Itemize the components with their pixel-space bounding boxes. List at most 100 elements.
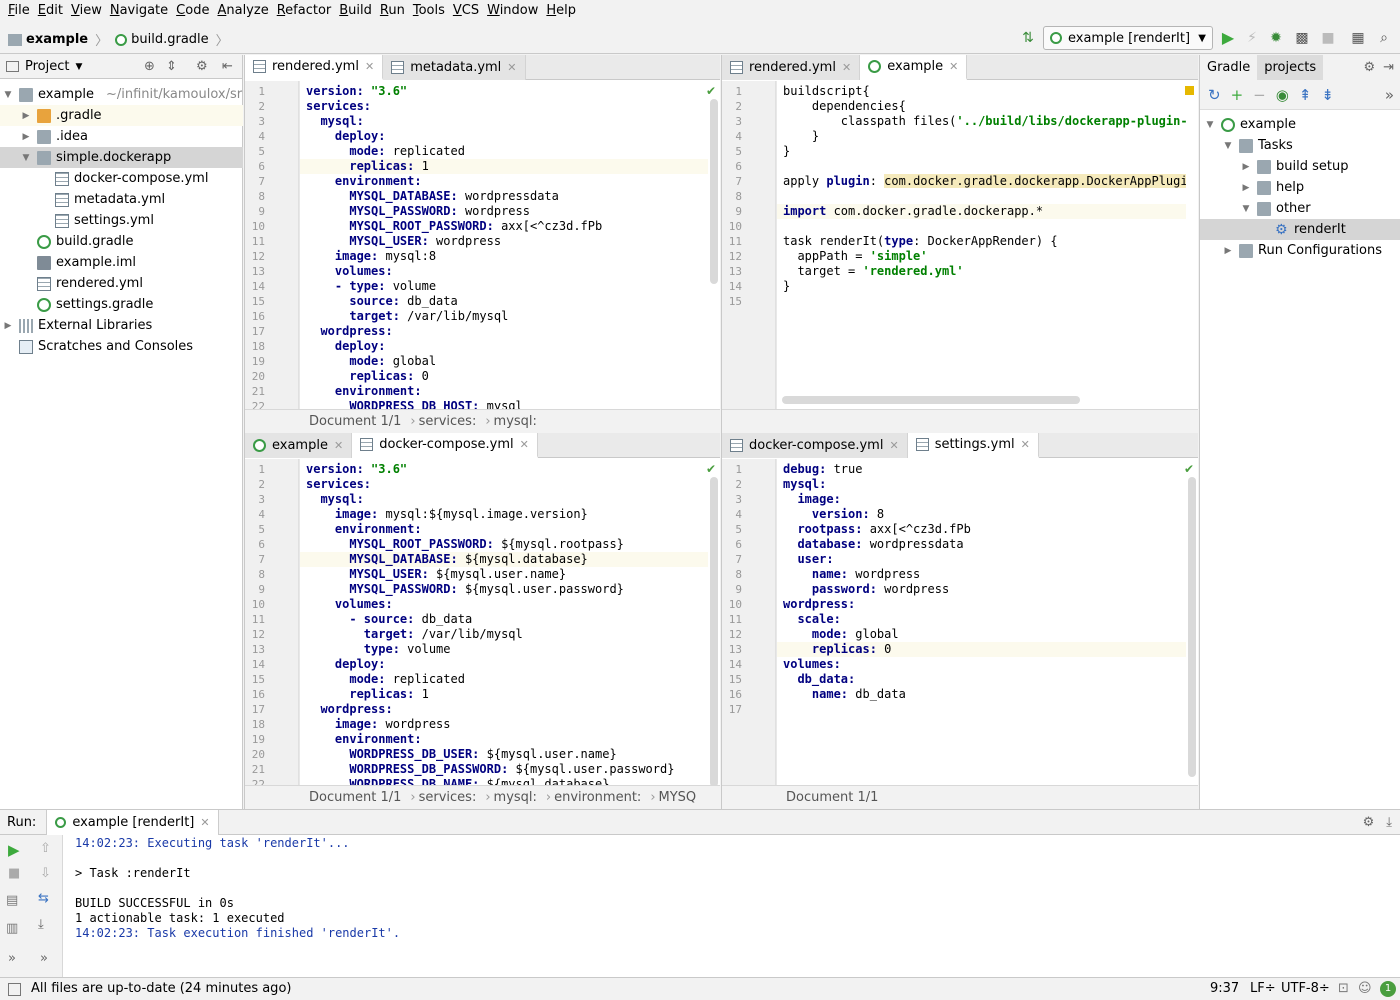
inspector-icon[interactable]: ☺ <box>1358 981 1372 996</box>
breadcrumb-file[interactable]: build.gradle <box>131 32 209 47</box>
close-icon[interactable]: ✕ <box>1021 438 1030 451</box>
lock-icon[interactable]: ⊡ <box>1338 981 1349 996</box>
project-tree-item[interactable]: settings.yml <box>0 210 243 231</box>
gradle-tree-item[interactable]: ▼ Tasks <box>1200 135 1400 156</box>
more-icon[interactable]: » <box>40 951 48 966</box>
stop-icon[interactable]: ■ <box>1320 30 1336 46</box>
project-tree-item[interactable]: example.iml <box>0 252 243 273</box>
soft-wrap-icon[interactable]: ⇆ <box>38 891 49 906</box>
expand-arrow-icon[interactable]: ▼ <box>2 90 14 100</box>
collapse-arrow-icon[interactable]: ▶ <box>1240 183 1252 193</box>
debug-icon[interactable]: ✹ <box>1268 30 1284 46</box>
expand-arrow-icon[interactable]: ▼ <box>1222 141 1234 151</box>
editor-rendered-yml[interactable]: rendered.yml ✕ metadata.yml ✕ 1 2 3 4 5 6 7 8 9 10 11 1… <box>244 55 720 433</box>
gradle-tree-item[interactable]: ▶ help <box>1200 177 1400 198</box>
tab-settings-yml[interactable]: settings.yml ✕ <box>907 433 1039 458</box>
gear-icon[interactable]: ⚙ <box>1363 60 1375 75</box>
menu-file[interactable]: File <box>4 0 34 22</box>
locate-icon[interactable]: ⊕ <box>144 59 155 74</box>
expand-all-icon[interactable]: ⇞ <box>1299 86 1312 104</box>
more-icon[interactable]: » <box>1385 86 1394 104</box>
code-area[interactable]: buildscript{ dependencies{ classpath fil… <box>777 81 1186 409</box>
expand-arrow-icon[interactable]: ▼ <box>1204 120 1216 130</box>
gradle-tree-item[interactable]: ▼ other <box>1200 198 1400 219</box>
project-tree-item[interactable]: docker-compose.yml <box>0 168 243 189</box>
project-tree-item[interactable]: metadata.yml <box>0 189 243 210</box>
editor-build-gradle[interactable]: rendered.yml ✕ example ✕ 1 2 3 4 5 6 7 8 9 10 11 12 13 14… <box>721 55 1198 433</box>
breadcrumb-item[interactable]: environment: <box>554 790 641 805</box>
menu-window[interactable]: Window <box>483 0 542 22</box>
close-icon[interactable]: ✕ <box>949 60 958 73</box>
warning-marker-icon[interactable] <box>1185 86 1194 95</box>
vcs-update-icon[interactable]: ⇅ <box>1020 30 1036 46</box>
tab-docker-compose-yml[interactable]: docker-compose.yml ✕ <box>722 433 908 458</box>
gear-icon[interactable]: ⚙ <box>1363 815 1375 830</box>
layout-icon[interactable]: ▥ <box>6 921 18 936</box>
collapse-icon[interactable]: ⇕ <box>166 59 177 74</box>
breadcrumb-item[interactable]: services: <box>419 414 477 429</box>
close-icon[interactable]: ✕ <box>520 438 529 451</box>
gradle-tree-item[interactable]: ▼ example <box>1200 114 1400 135</box>
close-icon[interactable]: ✕ <box>365 60 374 73</box>
menu-navigate[interactable]: Navigate <box>106 0 172 22</box>
close-icon[interactable]: ✕ <box>842 61 851 74</box>
breadcrumb-item[interactable]: Document 1/1 <box>309 414 401 429</box>
project-tree-item[interactable]: ▼ example ~/infinit/kamoulox/sr <box>0 84 243 105</box>
tab-metadata-yml[interactable]: metadata.yml ✕ <box>383 55 526 80</box>
collapse-arrow-icon[interactable]: ▶ <box>1222 246 1234 256</box>
event-log-badge[interactable]: 1 <box>1380 981 1396 997</box>
add-icon[interactable]: + <box>1231 86 1244 104</box>
gear-icon[interactable]: ⚙ <box>196 59 208 74</box>
project-tree-item[interactable]: rendered.yml <box>0 273 243 294</box>
collapse-arrow-icon[interactable]: ▶ <box>2 321 14 331</box>
code-area[interactable]: version: "3.6" services: mysql: deploy: m… <box>300 81 708 409</box>
gradle-tree-item[interactable]: ▶ Run Configurations <box>1200 240 1400 261</box>
horizontal-scrollbar[interactable] <box>782 396 1080 404</box>
project-tree-item[interactable]: build.gradle <box>0 231 243 252</box>
vertical-scrollbar[interactable] <box>710 477 718 787</box>
up-icon[interactable]: ⇧ <box>40 841 51 856</box>
menu-view[interactable]: View <box>67 0 106 22</box>
gradle-tree-item[interactable]: ▶ build setup <box>1200 156 1400 177</box>
menu-edit[interactable]: Edit <box>34 0 67 22</box>
tab-rendered-yml[interactable]: rendered.yml ✕ <box>245 55 384 80</box>
project-tree-item[interactable]: ▼ simple.dockerapp <box>0 147 243 168</box>
hide-icon[interactable]: ⇥ <box>1383 60 1394 75</box>
lightning-icon[interactable]: ⚡ <box>1244 30 1260 46</box>
inspection-ok-icon[interactable]: ✔ <box>1184 462 1194 476</box>
breadcrumb-item[interactable]: services: <box>419 790 477 805</box>
breadcrumb-project[interactable]: example <box>26 32 88 47</box>
file-encoding[interactable]: UTF-8÷ <box>1281 981 1330 996</box>
vertical-scrollbar[interactable] <box>710 99 718 284</box>
tool-windows-icon[interactable] <box>8 983 21 996</box>
close-icon[interactable]: ✕ <box>507 61 516 74</box>
stop-icon[interactable]: ■ <box>8 866 20 881</box>
breadcrumb-item[interactable]: Document 1/1 <box>786 790 878 805</box>
run-tab[interactable]: example [renderIt] ✕ <box>46 809 219 835</box>
expand-arrow-icon[interactable]: ▼ <box>20 153 32 163</box>
toggle-tree-icon[interactable]: ▤ <box>6 893 18 908</box>
project-tree-item[interactable]: ▶ .idea <box>0 126 243 147</box>
chevron-down-icon[interactable]: ▼ <box>75 62 82 72</box>
gradle-tree-item[interactable]: ⚙ renderIt <box>1200 219 1400 240</box>
project-tree-item[interactable]: ▶ External Libraries <box>0 315 243 336</box>
breadcrumb-item[interactable]: MYSQ <box>659 790 697 805</box>
breadcrumb-item[interactable]: mysql: <box>494 790 537 805</box>
refresh-icon[interactable]: ↻ <box>1208 86 1221 104</box>
scroll-to-end-icon[interactable]: ⤓ <box>38 917 44 932</box>
rerun-icon[interactable]: ▶ <box>8 841 20 859</box>
console-output[interactable]: 14:02:23: Executing task 'renderIt'... > … <box>75 836 400 941</box>
vertical-scrollbar[interactable] <box>1188 477 1196 777</box>
more-icon[interactable]: » <box>8 951 16 966</box>
line-separator[interactable]: LF÷ <box>1250 981 1276 996</box>
code-area[interactable]: version: "3.6" services: mysql: image: my… <box>300 459 708 785</box>
tab-rendered-yml[interactable]: rendered.yml ✕ <box>722 55 861 80</box>
breadcrumb-item[interactable]: mysql: <box>494 414 537 429</box>
caret-position[interactable]: 9:37 <box>1210 981 1239 996</box>
editor-docker-compose-yml[interactable]: example ✕ docker-compose.yml ✕ 1 2 3 4 5 6 7 8 9 10 11… <box>244 433 720 809</box>
menu-refactor[interactable]: Refactor <box>273 0 336 22</box>
hide-icon[interactable]: ⇤ <box>222 59 233 74</box>
tab-projects[interactable]: projects <box>1257 55 1324 80</box>
menu-help[interactable]: Help <box>542 0 580 22</box>
project-tree-item[interactable]: Scratches and Consoles <box>0 336 243 357</box>
